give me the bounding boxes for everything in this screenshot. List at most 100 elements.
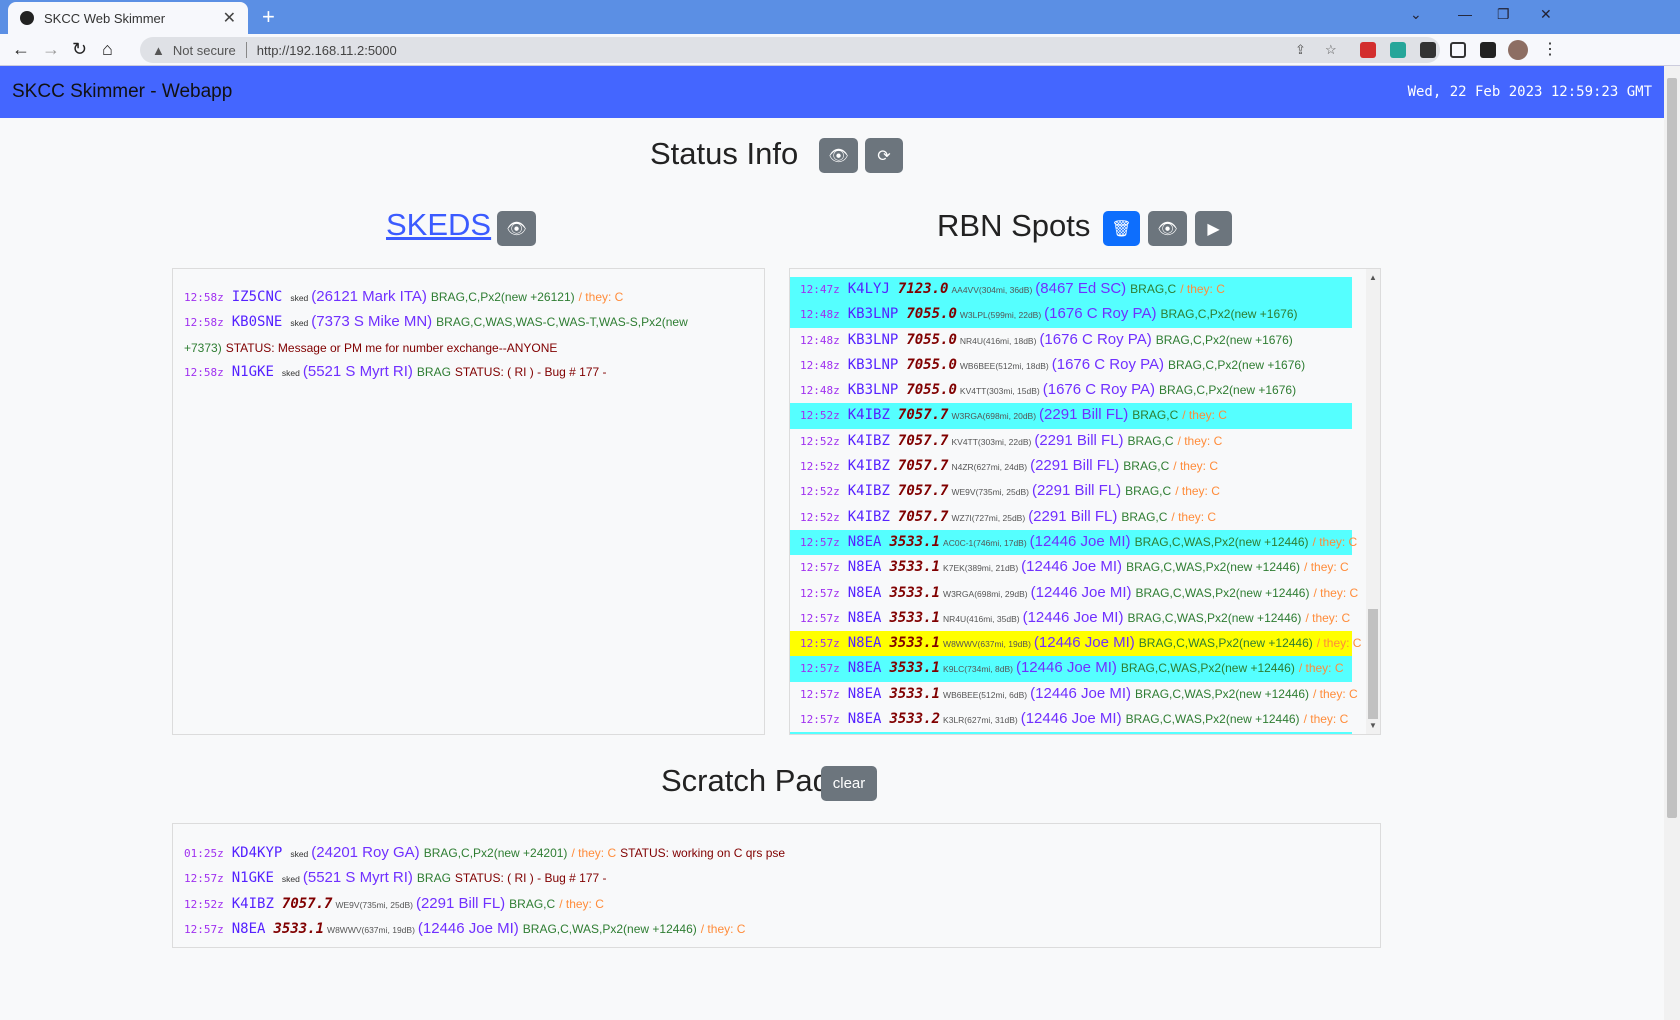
- back-icon[interactable]: ←: [12, 39, 30, 60]
- callsign: N8EA: [231, 920, 266, 937]
- reload-icon[interactable]: ↻: [72, 39, 87, 60]
- frequency: 3533.1: [889, 635, 941, 652]
- browser-tab[interactable]: SKCC Web Skimmer ✕: [8, 2, 248, 34]
- spot-row[interactable]: 12:48z KB3LNP 7055.0 KV4TT(303mi, 15dB) (167…: [790, 378, 1352, 403]
- puzzle-icon[interactable]: [1420, 42, 1436, 58]
- awards: BRAG,C,Px2(new +26121): [430, 290, 575, 304]
- time: 12:57z: [800, 611, 840, 625]
- frequency: 7057.7: [897, 407, 949, 424]
- spotter: K3LR(627mi, 31dB): [943, 715, 1018, 726]
- spot-row[interactable]: 12:48z KB3LNP 7055.0 WB6BEE(512mi, 18dB) (16…: [790, 353, 1352, 378]
- frequency: 3533.1: [273, 920, 325, 937]
- spotter: AA4VV(304mi, 36dB): [951, 285, 1033, 295]
- eye-icon: 👁: [828, 147, 849, 165]
- time: 12:52z: [800, 510, 840, 524]
- cast-icon[interactable]: [1450, 42, 1466, 58]
- spot-row[interactable]: 12:57z N8EA 3533.1 AC0C-1(746mi, 17dB) (1244…: [790, 529, 1357, 556]
- app-title: SKCC Skimmer - Webapp: [12, 81, 233, 102]
- rbn-delete-button[interactable]: 🗑: [1103, 211, 1140, 246]
- awards: BRAG: [416, 871, 451, 886]
- save-extension-icon[interactable]: [1390, 42, 1406, 58]
- spotter: KV4TT(303mi, 15dB): [959, 386, 1040, 397]
- bookmark-star-icon[interactable]: ☆: [1325, 42, 1337, 58]
- menu-icon[interactable]: ⋮: [1542, 39, 1558, 59]
- status-refresh-button[interactable]: ⟳: [865, 138, 903, 173]
- rbn-play-button[interactable]: ▶: [1195, 211, 1232, 246]
- skeds-link[interactable]: SKEDS: [386, 207, 491, 243]
- callsign: K4IBZ: [847, 483, 890, 500]
- member-name: (2291 Bill FL): [1034, 431, 1124, 449]
- spot-row[interactable]: 12:57z N8EA 3533.1 K9LC(734mi, 8dB) (12446 J…: [790, 656, 1352, 682]
- they-need: / they: C: [1180, 282, 1225, 296]
- home-icon[interactable]: ⌂: [102, 39, 113, 60]
- spot-row[interactable]: 01:25z KD4KYP sked (24201 Roy GA) BRAG,C,Px2…: [173, 841, 1380, 866]
- new-tab-icon[interactable]: +: [262, 4, 275, 30]
- callsign: N8EA: [847, 533, 882, 550]
- callsign: KB0SNE: [231, 314, 283, 331]
- close-window-icon[interactable]: ✕: [1540, 6, 1552, 23]
- member-name: (12446 Joe MI): [1020, 710, 1122, 728]
- minimize-icon[interactable]: —: [1458, 6, 1472, 22]
- spot-row[interactable]: 12:52z K4IBZ 7057.7 N4ZR(627mi, 24dB) (2291 …: [790, 454, 1352, 479]
- spot-row[interactable]: 12:57z N8EA 3533.1 K7EK(389mi, 21dB) (12446 …: [790, 555, 1352, 580]
- spot-row[interactable]: 12:52z K4IBZ 7057.7 KV4TT(303mi, 22dB) (2291…: [790, 429, 1352, 454]
- tab-title: SKCC Web Skimmer: [44, 10, 166, 26]
- spot-row[interactable]: 12:57z N8EA 3533.1 W8WWV(637mi, 19dB) (12446…: [790, 631, 1361, 657]
- sidepanel-icon[interactable]: [1480, 42, 1496, 58]
- time: 12:57z: [800, 687, 840, 701]
- spot-row[interactable]: 12:58z KB0SNE sked (7373 S Mike MN) BRAG,C,W…: [173, 310, 764, 360]
- skeds-panel: 12:58z IZ5CNC sked (26121 Mark ITA) BRAG,C,P…: [172, 268, 765, 735]
- time: 12:58z: [184, 316, 224, 330]
- time: 12:48z: [800, 308, 840, 322]
- callsign: K4IBZ: [231, 895, 274, 912]
- spotter: KV4TT(303mi, 22dB): [951, 436, 1032, 447]
- member-name: (24201 Roy GA): [311, 844, 420, 861]
- rbn-scrollbar[interactable]: ▲ ▼: [1366, 269, 1380, 734]
- rbn-toggle-button[interactable]: 👁: [1148, 211, 1187, 246]
- clear-button[interactable]: clear: [821, 766, 877, 801]
- status-toggle-button[interactable]: 👁: [819, 138, 858, 173]
- spot-row[interactable]: 12:57z N1GKE sked (5521 S Myrt RI) BRAG STATU…: [173, 866, 1380, 891]
- sked-tag: sked: [290, 849, 309, 859]
- callsign: KB3LNP: [847, 356, 899, 373]
- spot-row[interactable]: 12:52z K4IBZ 7057.7 WE9V(735mi, 25dB) (2291 …: [173, 892, 1380, 917]
- url-text: http://192.168.11.2:5000: [256, 42, 397, 58]
- spot-row[interactable]: 12:57z N8EA 3533.2 K3LR(627mi, 31dB) (12446 …: [790, 707, 1352, 732]
- spot-row[interactable]: 12:52z K4IBZ 7057.7 WE9V(735mi, 25dB) (2291 …: [790, 479, 1352, 504]
- share-icon[interactable]: ⇪: [1295, 42, 1306, 58]
- page-scrollbar[interactable]: [1664, 66, 1680, 1020]
- restore-icon[interactable]: ❐: [1497, 6, 1510, 23]
- avatar[interactable]: [1508, 40, 1528, 60]
- spot-row[interactable]: 12:57z N8EA 3533.1 W3RGA(698mi, 29dB) (12446…: [790, 581, 1358, 606]
- spot-row[interactable]: 12:59zN8EA3533.1WZ7I(727mi, 8dB)(12446 J…: [790, 732, 1352, 734]
- forward-icon[interactable]: →: [42, 39, 60, 60]
- time: 12:48z: [800, 333, 840, 347]
- frequency: 7055.0: [906, 331, 957, 348]
- tab-search-icon[interactable]: ⌄: [1410, 6, 1422, 23]
- spot-row[interactable]: 12:48z KB3LNP 7055.0 W3LPL(599mi, 22dB) (167…: [790, 302, 1352, 328]
- skeds-toggle-button[interactable]: 👁: [497, 211, 536, 246]
- spot-row[interactable]: 12:52z K4IBZ 7057.7 W3RGA(698mi, 20dB) (2291…: [790, 403, 1352, 429]
- spotter: WB6BEE(512mi, 18dB): [959, 360, 1049, 371]
- address-bar[interactable]: ▲ Not secure http://192.168.11.2:5000 ⇪ …: [140, 37, 1440, 63]
- sked-tag: sked: [290, 293, 309, 303]
- extension-icon[interactable]: [1360, 42, 1376, 58]
- close-tab-icon[interactable]: ✕: [223, 8, 236, 28]
- spot-row[interactable]: 12:57z N8EA 3533.1 NR4U(416mi, 35dB) (12446 …: [790, 606, 1352, 631]
- spot-row[interactable]: 12:48z KB3LNP 7055.0 NR4U(416mi, 18dB) (1676…: [790, 328, 1352, 353]
- member-name: (12446 Joe MI): [1033, 634, 1135, 652]
- they-need: / they: C: [1313, 585, 1359, 600]
- spot-row[interactable]: 12:52z K4IBZ 7057.7 WZ7I(727mi, 25dB) (2291 …: [790, 505, 1352, 530]
- spotter: WE9V(735mi, 25dB): [951, 487, 1029, 498]
- frequency: 7055.0: [906, 382, 957, 399]
- spot-row[interactable]: 12:57z N8EA 3533.1 W8WWV(637mi, 19dB) (12446…: [173, 917, 1380, 942]
- time: 12:58z: [184, 291, 224, 304]
- awards: BRAG,C,Px2(new +1676): [1159, 383, 1297, 398]
- awards: BRAG,C,WAS,Px2(new +12446): [1126, 560, 1301, 575]
- spot-row[interactable]: 12:47z K4LYJ 7123.0 AA4VV(304mi, 36dB) (8467…: [790, 277, 1352, 303]
- spot-row[interactable]: 12:58z N1GKE sked (5521 S Myrt RI) BRAG STATU…: [173, 360, 764, 385]
- spot-row[interactable]: 12:58z IZ5CNC sked (26121 Mark ITA) BRAG,C,P…: [173, 285, 764, 310]
- they-need: / they: C: [1316, 636, 1362, 651]
- spot-row[interactable]: 12:57z N8EA 3533.1 WB6BEE(512mi, 6dB) (12446…: [790, 682, 1358, 707]
- member-name: (5521 S Myrt RI): [302, 869, 413, 887]
